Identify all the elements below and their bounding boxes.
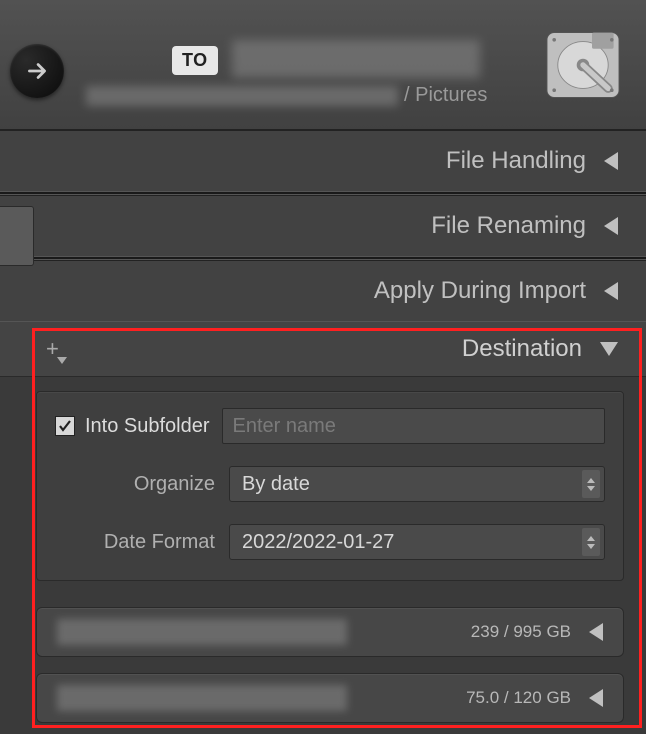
- into-subfolder-checkbox[interactable]: [55, 416, 75, 436]
- panel-title: Apply During Import: [374, 277, 586, 305]
- right-panel-stack: File Handling File Renaming Apply During…: [0, 130, 646, 723]
- panel-title: File Renaming: [431, 212, 586, 240]
- destination-path-suffix: / Pictures: [404, 84, 487, 107]
- date-format-value: 2022/2022-01-27: [242, 531, 394, 554]
- destination-options-box: Into Subfolder Organize By date Date For…: [36, 391, 624, 581]
- triangle-collapsed-icon: [589, 689, 603, 707]
- volume-size: 239 / 995 GB: [471, 622, 571, 642]
- date-format-row: Date Format 2022/2022-01-27: [55, 524, 605, 560]
- triangle-collapsed-icon: [589, 623, 603, 641]
- triangle-collapsed-icon: [604, 282, 618, 300]
- volume-size: 75.0 / 120 GB: [466, 688, 571, 708]
- panel-file-handling[interactable]: File Handling: [0, 130, 646, 192]
- volume-name-redacted: [57, 619, 347, 645]
- panel-title: File Handling: [446, 147, 586, 175]
- add-preset-icon[interactable]: +: [46, 336, 59, 362]
- to-badge: TO: [172, 46, 218, 75]
- triangle-collapsed-icon: [604, 152, 618, 170]
- date-format-select[interactable]: 2022/2022-01-27: [229, 524, 605, 560]
- into-subfolder-row: Into Subfolder: [55, 408, 605, 444]
- organize-value: By date: [242, 473, 310, 496]
- panel-file-renaming[interactable]: File Renaming: [0, 195, 646, 257]
- arrow-right-icon: [24, 58, 50, 84]
- panel-apply-during-import[interactable]: Apply During Import: [0, 260, 646, 322]
- destination-name-redacted: [232, 40, 480, 78]
- destination-panel-body: Into Subfolder Organize By date Date For…: [0, 376, 646, 595]
- volume-row[interactable]: 239 / 995 GB: [36, 607, 624, 657]
- destination-header-bar: TO / Pictures: [0, 0, 646, 130]
- triangle-collapsed-icon: [604, 217, 618, 235]
- into-subfolder-label: Into Subfolder: [85, 415, 210, 438]
- volume-row[interactable]: 75.0 / 120 GB: [36, 673, 624, 723]
- panel-destination-header[interactable]: + Destination: [0, 322, 646, 376]
- go-to-destination-button[interactable]: [10, 44, 64, 98]
- organize-select[interactable]: By date: [229, 466, 605, 502]
- checkmark-icon: [57, 418, 73, 434]
- organize-label: Organize: [55, 473, 215, 496]
- subfolder-name-input[interactable]: [222, 408, 605, 444]
- panel-title: Destination: [462, 335, 582, 363]
- destination-path-redacted: [86, 86, 398, 106]
- date-format-label: Date Format: [55, 531, 215, 554]
- volume-list: 239 / 995 GB 75.0 / 120 GB: [0, 595, 646, 723]
- panel-edge-stub: [0, 206, 34, 266]
- hard-drive-icon: [538, 20, 628, 110]
- stepper-icon: [582, 470, 600, 498]
- stepper-icon: [582, 528, 600, 556]
- organize-row: Organize By date: [55, 466, 605, 502]
- triangle-expanded-icon: [600, 342, 618, 356]
- volume-name-redacted: [57, 685, 347, 711]
